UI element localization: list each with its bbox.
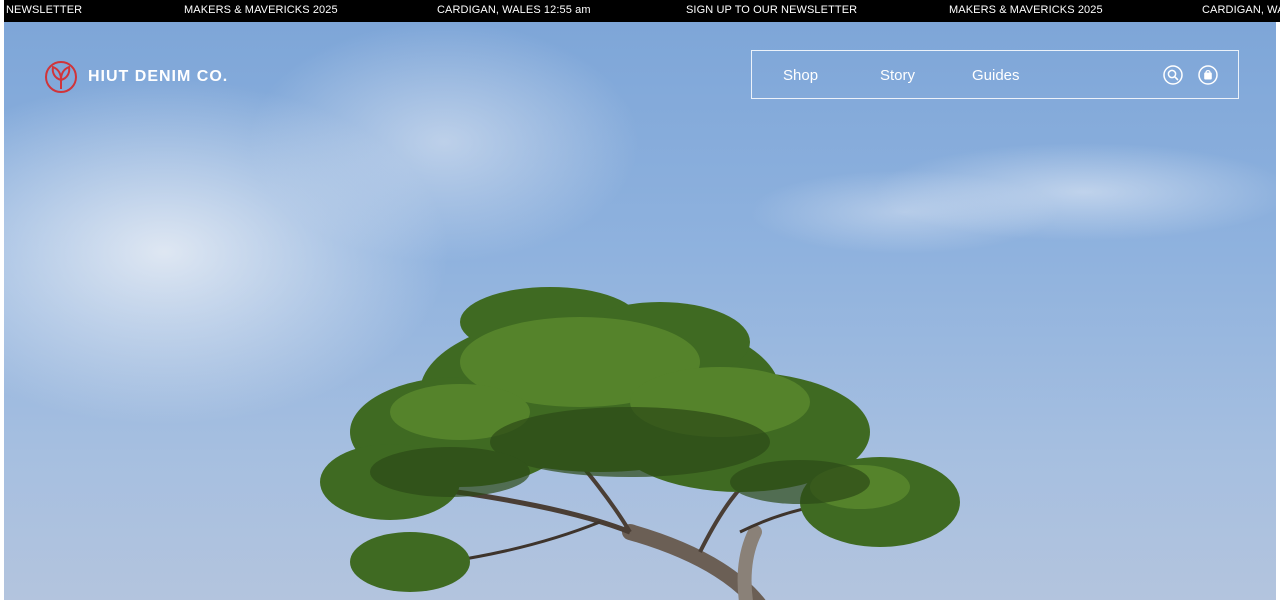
hero-image [4, 22, 1276, 600]
ticker-track: NEWSLETTER MAKERS & MAVERICKS 2025 CARDI… [4, 0, 1280, 22]
cart-icon[interactable] [1198, 65, 1218, 85]
ticker-item-signup[interactable]: SIGN UP TO OUR NEWSLETTER [686, 3, 857, 17]
announcement-ticker: NEWSLETTER MAKERS & MAVERICKS 2025 CARDI… [0, 0, 1280, 22]
nav-story[interactable]: Story [880, 67, 915, 84]
ticker-item-newsletter[interactable]: NEWSLETTER [6, 3, 82, 17]
nav-guides[interactable]: Guides [972, 67, 1020, 84]
page-edge [1276, 22, 1280, 600]
search-icon[interactable] [1163, 65, 1183, 85]
ticker-item-makers[interactable]: MAKERS & MAVERICKS 2025 [184, 3, 338, 17]
pine-tree-illustration [320, 287, 960, 600]
ticker-item-makers-2[interactable]: MAKERS & MAVERICKS 2025 [949, 3, 1103, 17]
brand-home-link[interactable]: HIUT DENIM CO. [44, 60, 228, 94]
ticker-item-location: CARDIGAN, WALES 12:55 am [437, 4, 591, 16]
brand-name: HIUT DENIM CO. [88, 68, 229, 85]
nav-shop[interactable]: Shop [783, 67, 818, 84]
main-nav: Shop Story Guides [751, 50, 1239, 99]
leaf-logo-icon [45, 61, 77, 93]
ticker-item-location-2: CARDIGAN, WALES 12:55 am [1202, 4, 1280, 16]
